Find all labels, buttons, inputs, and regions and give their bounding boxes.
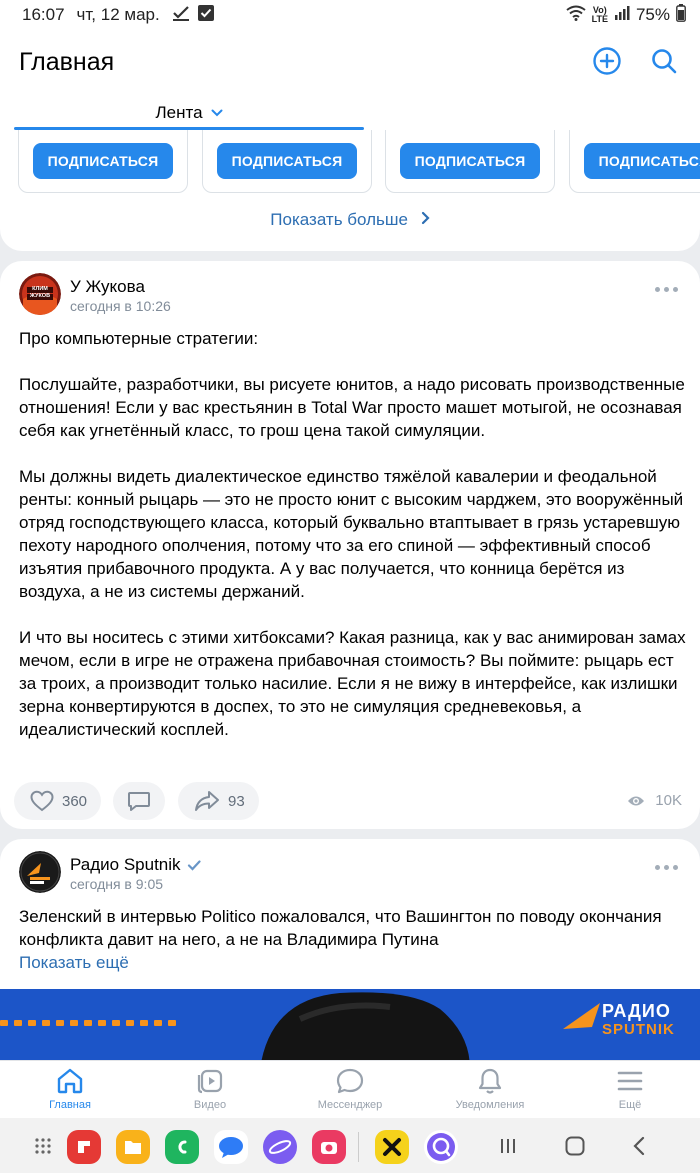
flipboard-app-icon[interactable] xyxy=(67,1130,101,1164)
avatar[interactable] xyxy=(19,851,61,893)
community-card: ПОДПИСАТЬСЯ xyxy=(202,130,372,193)
recommended-communities: ПОДПИСАТЬСЯ ПОДПИСАТЬСЯ ПОДПИСАТЬСЯ ПОДП… xyxy=(0,130,700,251)
status-date: чт, 12 мар. xyxy=(76,5,160,24)
nav-home[interactable]: Главная xyxy=(20,1067,120,1117)
recents-icon xyxy=(501,1139,515,1153)
post-author[interactable]: Радио Sputnik xyxy=(70,855,201,875)
browser-app-icon[interactable] xyxy=(263,1130,297,1164)
files-app-icon[interactable] xyxy=(116,1130,150,1164)
status-time: 16:07 xyxy=(22,5,65,24)
show-more-label: Показать больше xyxy=(270,210,408,229)
phone-app-icon[interactable] xyxy=(165,1130,199,1164)
eye-icon xyxy=(628,796,645,805)
battery-percent: 75% xyxy=(635,5,670,24)
page-title: Главная xyxy=(19,48,115,76)
bell-icon xyxy=(478,1068,502,1094)
nav-more[interactable]: Ещё xyxy=(580,1067,680,1117)
nav-notifications-label: Уведомления xyxy=(455,1099,525,1111)
search-button[interactable] xyxy=(647,44,681,78)
subscribe-button[interactable]: ПОДПИСАТЬСЯ xyxy=(33,143,173,179)
post-text: Зеленский в интервью Politico пожаловалс… xyxy=(19,907,662,949)
add-post-button[interactable] xyxy=(590,44,624,78)
post-text: Про компьютерные стратегии: Послушайте, … xyxy=(19,329,686,739)
checkbox-icon xyxy=(197,4,214,26)
chevron-right-icon xyxy=(421,210,430,230)
nav-more-label: Ещё xyxy=(618,1099,642,1111)
post-menu-button[interactable] xyxy=(655,287,678,292)
volte-icon: Vo) LTE xyxy=(591,5,608,24)
app-header: Главная Лента xyxy=(0,30,700,130)
views-count: 10K xyxy=(655,792,682,809)
message-icon xyxy=(336,1068,364,1094)
home-square-icon xyxy=(565,1136,585,1156)
comment-button[interactable] xyxy=(113,782,165,820)
community-card: ПОДПИСАТЬСЯ xyxy=(569,130,700,193)
post-time: сегодня в 9:05 xyxy=(70,876,164,892)
battery-icon xyxy=(676,3,686,27)
author-name: Радио Sputnik xyxy=(70,855,181,874)
search-icon xyxy=(652,49,677,74)
like-count: 360 xyxy=(62,792,88,810)
post-menu-button[interactable] xyxy=(655,865,678,870)
community-card: ПОДПИСАТЬСЯ xyxy=(385,130,555,193)
chevron-down-icon xyxy=(211,109,223,117)
subscribe-button[interactable]: ПОДПИСАТЬСЯ xyxy=(217,143,357,179)
messages-app-icon[interactable] xyxy=(214,1130,248,1164)
bottom-navigation: Главная Видео Мессенджер Уведомления Ещё xyxy=(0,1060,700,1118)
network-type: LTE xyxy=(591,14,608,24)
community-card: ПОДПИСАТЬСЯ xyxy=(18,130,188,193)
plus-circle-icon xyxy=(593,47,621,75)
verified-icon xyxy=(187,860,201,871)
photo-logo-top: РАДИО xyxy=(602,1001,671,1021)
post-time: сегодня в 10:26 xyxy=(70,298,171,314)
tab-feed-label: Лента xyxy=(155,103,203,122)
views-counter: 10K xyxy=(627,792,682,809)
nav-notifications[interactable]: Уведомления xyxy=(440,1067,540,1117)
subscribe-button[interactable]: ПОДПИСАТЬСЯ xyxy=(584,143,700,179)
nav-messenger[interactable]: Мессенджер xyxy=(300,1067,400,1117)
post-card: КЛИМ ЖУКОВ У Жукова сегодня в 10:26 Про … xyxy=(0,261,700,829)
back-button[interactable] xyxy=(632,1135,646,1162)
wifi-icon xyxy=(566,5,586,26)
nav-messenger-label: Мессенджер xyxy=(317,1099,383,1111)
post-author[interactable]: У Жукова xyxy=(70,277,145,297)
share-button[interactable]: 93 xyxy=(178,782,259,820)
nav-home-label: Главная xyxy=(49,1099,91,1111)
recent-apps-button[interactable] xyxy=(498,1136,518,1161)
nav-video[interactable]: Видео xyxy=(160,1067,260,1117)
like-button[interactable]: 360 xyxy=(14,782,102,820)
back-chevron-icon xyxy=(633,1136,645,1156)
assistant-app-icon[interactable] xyxy=(424,1130,458,1164)
post-photo[interactable]: РАДИО SPUTNIK xyxy=(0,989,700,1069)
photo-logo-bottom: SPUTNIK xyxy=(602,1021,675,1038)
game-app-icon[interactable] xyxy=(375,1130,409,1164)
show-more-link[interactable]: Показать больше xyxy=(0,210,700,230)
dock-divider xyxy=(358,1132,359,1162)
avatar[interactable]: КЛИМ ЖУКОВ xyxy=(19,273,61,315)
post-show-more-link[interactable]: Показать ещё xyxy=(19,953,129,973)
video-icon xyxy=(197,1069,223,1094)
status-bar: 16:07 чт, 12 мар. Vo) LTE 75% xyxy=(0,0,700,30)
home-icon xyxy=(57,1068,83,1094)
feed-tabbar: Лента xyxy=(0,96,700,130)
heart-icon xyxy=(30,790,54,812)
signal-icon xyxy=(614,5,630,26)
subscribe-button[interactable]: ПОДПИСАТЬСЯ xyxy=(400,143,540,179)
app-drawer-icon[interactable] xyxy=(34,1137,52,1160)
home-system-button[interactable] xyxy=(564,1135,586,1162)
author-name: У Жукова xyxy=(70,277,145,296)
share-count: 93 xyxy=(228,792,245,810)
menu-icon xyxy=(617,1071,643,1091)
download-done-icon xyxy=(172,5,190,26)
tab-feed[interactable]: Лента xyxy=(14,96,364,130)
avatar-text: КЛИМ ЖУКОВ xyxy=(29,286,51,299)
camera-app-icon[interactable] xyxy=(312,1130,346,1164)
photo-background xyxy=(0,989,700,1069)
comment-icon xyxy=(128,792,150,811)
system-navigation-bar xyxy=(0,1118,700,1173)
share-icon xyxy=(195,791,219,811)
nav-video-label: Видео xyxy=(193,1099,227,1111)
